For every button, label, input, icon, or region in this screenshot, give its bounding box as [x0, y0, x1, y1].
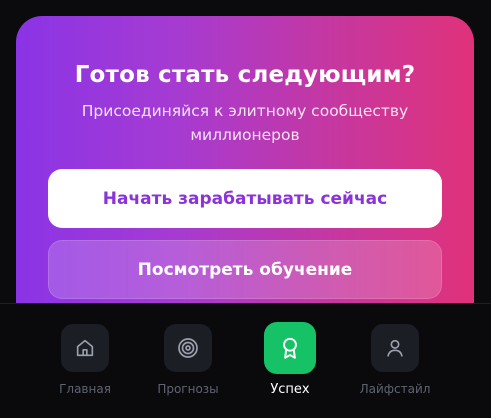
promo-title: Готов стать следующим? — [74, 62, 416, 88]
promo-card: Готов стать следующим? Присоединяйся к э… — [16, 16, 474, 346]
promo-subtitle: Присоединяйся к элитному сообществу милл… — [81, 102, 409, 144]
target-icon — [164, 324, 212, 372]
start-earning-button[interactable]: Начать зарабатывать сейчас — [48, 169, 442, 228]
bottom-tab-bar: Главная Прогнозы Успех Лайфстайл — [0, 303, 491, 418]
tab-lifestyle[interactable]: Лайфстайл — [347, 324, 443, 404]
tab-forecasts[interactable]: Прогнозы — [140, 324, 236, 404]
screen: Готов стать следующим? Присоединяйся к э… — [0, 0, 491, 418]
tab-home[interactable]: Главная — [37, 324, 133, 404]
watch-tutorial-button[interactable]: Посмотреть обучение — [48, 240, 442, 299]
award-icon — [264, 322, 316, 374]
home-icon — [61, 324, 109, 372]
tab-success[interactable]: Успех — [242, 322, 338, 404]
tab-forecasts-label: Прогнозы — [157, 382, 219, 396]
tab-lifestyle-label: Лайфстайл — [359, 382, 431, 396]
tab-success-label: Успех — [270, 382, 310, 397]
user-icon — [371, 324, 419, 372]
tab-home-label: Главная — [59, 382, 111, 396]
